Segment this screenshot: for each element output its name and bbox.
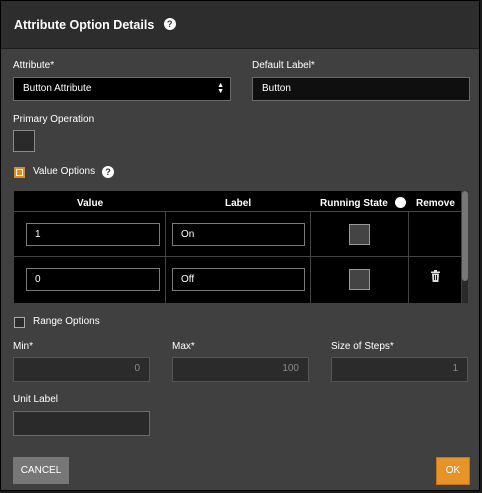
row-value-input[interactable]: 0 [26, 268, 160, 291]
steps-input[interactable]: 1 [331, 357, 468, 382]
column-header-label: Label [225, 198, 252, 209]
table-scrollbar[interactable] [462, 191, 468, 303]
column-header-remove: Remove [416, 198, 455, 209]
row-value-input[interactable]: 1 [26, 223, 160, 246]
attribute-option-dialog: Attribute Option Details ? Attribute* Bu… [0, 0, 480, 491]
running-state-checkbox[interactable] [349, 269, 370, 290]
value-options-help-icon[interactable]: ? [102, 166, 114, 178]
value-options-checkbox[interactable] [14, 167, 25, 178]
row-label-input[interactable]: Off [172, 268, 305, 291]
dialog-title-text: Attribute Option Details [14, 18, 155, 32]
dialog-title: Attribute Option Details ? [14, 17, 176, 32]
ok-button[interactable]: OK [436, 457, 470, 485]
table-row: 0 Off [14, 256, 461, 302]
min-input[interactable]: 0 [13, 357, 150, 382]
max-input[interactable]: 100 [172, 357, 309, 382]
running-state-header-text: Running State [320, 198, 388, 210]
primary-operation-picker[interactable] [13, 130, 35, 152]
range-options-checkbox[interactable] [14, 317, 25, 328]
cancel-button[interactable]: CANCEL [13, 457, 69, 484]
max-label: Max* [172, 341, 195, 352]
min-label: Min* [13, 341, 34, 352]
attribute-select[interactable]: Button Attribute ▲ ▼ [13, 77, 231, 101]
unit-label-label: Unit Label [13, 394, 59, 405]
column-header-value: Value [77, 198, 104, 209]
unit-label-input[interactable] [13, 411, 150, 436]
help-icon[interactable]: ? [163, 17, 176, 30]
default-label-value: Button [262, 83, 291, 94]
default-label-label: Default Label* [252, 60, 315, 71]
table-scrollbar-thumb[interactable] [462, 191, 468, 281]
value-options-table: Value Label Running State Remove 1 On 0 … [14, 191, 461, 303]
steps-label: Size of Steps* [331, 341, 394, 352]
value-options-label: Value Options [33, 166, 96, 177]
row-label-input[interactable]: On [172, 223, 305, 246]
trash-icon[interactable] [430, 270, 441, 282]
dialog-header: Attribute Option Details ? [1, 1, 479, 49]
running-state-checkbox[interactable] [349, 224, 370, 245]
range-options-label: Range Options [33, 316, 100, 327]
select-arrows-icon: ▲ ▼ [217, 82, 224, 95]
running-state-info-icon[interactable] [394, 197, 406, 208]
attribute-label: Attribute* [13, 60, 55, 71]
default-label-input[interactable]: Button [252, 77, 470, 101]
table-row: 1 On [14, 211, 461, 257]
column-header-running-state: Running State [320, 197, 406, 210]
primary-operation-label: Primary Operation [13, 114, 95, 125]
attribute-select-value: Button Attribute [23, 83, 92, 94]
